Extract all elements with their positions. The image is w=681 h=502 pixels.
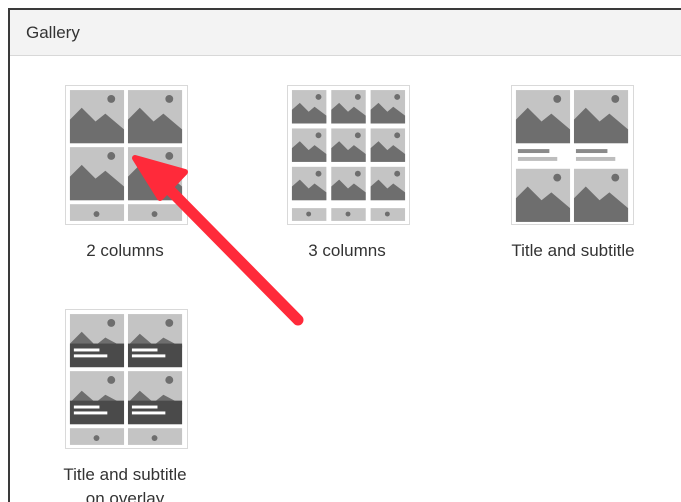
overlay-titled-image-grid-icon	[69, 314, 183, 445]
layout-option-3-columns[interactable]: 3 columns	[272, 82, 422, 268]
three-column-image-grid-icon	[291, 90, 406, 221]
gallery-panel: Gallery 2 columns 3 columns Title and su…	[8, 8, 681, 502]
thumbnail-title-and-subtitle	[511, 85, 634, 225]
panel-title: Gallery	[26, 23, 80, 42]
thumbnail-2-columns	[65, 85, 188, 225]
thumbnail-3-columns	[287, 85, 410, 225]
layout-label-2-columns: 2 columns	[86, 241, 164, 260]
layout-label-title-and-subtitle-on-overlay-line2: on overlay	[85, 489, 165, 502]
layout-label-3-columns: 3 columns	[308, 241, 386, 260]
layout-option-title-and-subtitle-on-overlay[interactable]: Title and subtitle on overlay	[40, 306, 210, 502]
titled-image-grid-icon	[515, 90, 629, 222]
thumbnail-title-and-subtitle-on-overlay	[65, 309, 188, 449]
layout-option-2-columns[interactable]: 2 columns	[50, 82, 200, 268]
panel-header: Gallery	[10, 10, 681, 56]
two-column-image-grid-icon	[69, 90, 183, 221]
layout-label-title-and-subtitle-on-overlay-line1: Title and subtitle	[63, 465, 187, 484]
layout-label-title-and-subtitle: Title and subtitle	[511, 241, 635, 260]
layout-option-title-and-subtitle[interactable]: Title and subtitle	[488, 82, 658, 268]
